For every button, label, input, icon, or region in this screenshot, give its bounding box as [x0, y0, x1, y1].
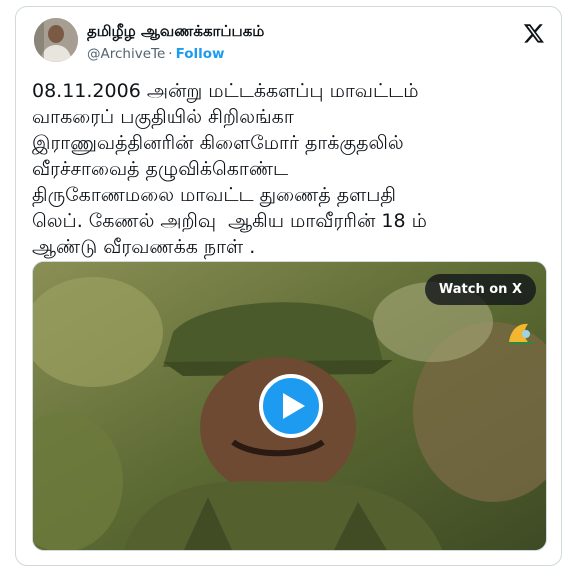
watch-on-x-button[interactable]: Watch on X — [424, 274, 536, 305]
follow-button[interactable]: Follow — [176, 46, 225, 62]
handle-row: @ArchiveTe · Follow — [87, 46, 225, 62]
play-button[interactable] — [259, 374, 323, 438]
channel-logo-icon — [509, 323, 533, 344]
separator-dot: · — [168, 46, 173, 62]
video-player[interactable]: Watch on X — [32, 261, 547, 551]
author-handle[interactable]: @ArchiveTe — [87, 46, 165, 62]
x-logo-icon[interactable] — [523, 22, 545, 44]
play-icon — [283, 393, 305, 419]
tweet-card: தமிழீழ ஆவணக்காப்பகம் @ArchiveTe · Follow 0… — [15, 6, 562, 566]
author-name[interactable]: தமிழீழ ஆவணக்காப்பகம் — [87, 22, 264, 42]
avatar-image — [34, 18, 78, 62]
tweet-text: 08.11.2006 அன்று மட்டக்களப்பு மாவட்டம் வ… — [32, 80, 427, 258]
avatar[interactable] — [34, 18, 78, 62]
